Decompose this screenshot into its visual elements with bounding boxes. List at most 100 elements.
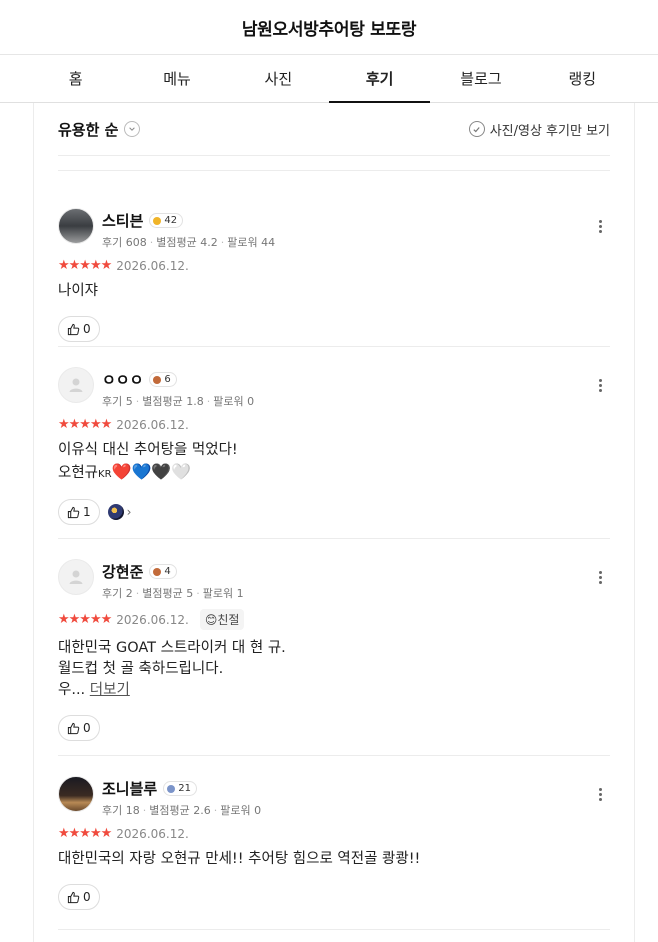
level-badge: 6 [149, 372, 177, 387]
review-text-prefix: 오현규 [58, 465, 99, 481]
filter-label: 사진/영상 후기만 보기 [489, 123, 610, 139]
review-text-line: 대한민국 GOAT 스트라이커 대 현 규. [58, 640, 286, 656]
tab-reviews[interactable]: 후기 [328, 55, 431, 103]
avatar[interactable] [58, 776, 94, 812]
tab-blog[interactable]: 블로그 [430, 55, 531, 102]
level-number: 4 [164, 566, 171, 577]
review-text: 나이쟈 [58, 283, 99, 299]
tab-bar: 홈 메뉴 사진 후기 블로그 랭킹 [0, 55, 658, 103]
rating-average: 별점평균 2.6 [149, 804, 211, 817]
kr-suffix: KR [98, 469, 112, 480]
read-more-link[interactable]: 더보기 [90, 682, 130, 698]
sort-dropdown[interactable]: 유용한 순 [58, 119, 141, 140]
rating-average: 별점평균 1.8 [142, 395, 204, 408]
tab-photos[interactable]: 사진 [228, 55, 329, 102]
like-count: 0 [83, 322, 91, 336]
level-icon [153, 567, 162, 576]
app-header: 남원오서방추어탕 보또랑 [0, 0, 658, 55]
level-icon [153, 375, 162, 384]
review-text-line: 오현규KR❤️💙🖤🤍 [58, 461, 610, 485]
thumbs-up-icon [67, 722, 80, 734]
tab-home[interactable]: 홈 [25, 55, 126, 102]
divider [58, 156, 610, 171]
page-title: 남원오서방추어탕 보또랑 [241, 19, 417, 40]
review-item: 조니블루 21 후기 18 · 별점평균 2.6 · 팔로워 0 ★★★★★ 2026.… [58, 756, 610, 930]
more-options-icon[interactable] [590, 788, 610, 801]
follower-count: 팔로워 44 [227, 236, 276, 249]
reviewer-name[interactable]: 스티븐 [102, 210, 143, 231]
level-icon [153, 216, 162, 225]
liker-avatar [107, 504, 124, 520]
like-button[interactable]: 0 [58, 884, 100, 910]
reviews-panel: 유용한 순 사진/영상 후기만 보기 스티븐 42 후기 608 · 별점평균 4.… [33, 103, 635, 942]
review-count: 후기 608 [102, 236, 147, 249]
check-circle-icon [468, 121, 485, 137]
star-rating: ★★★★★ [58, 612, 112, 627]
review-text: 이유식 대신 추어탕을 먹었다! 오현규KR❤️💙🖤🤍 [58, 440, 610, 485]
review-item: 스티븐 42 후기 608 · 별점평균 4.2 · 팔로워 44 ★★★★★ 2026… [58, 189, 610, 347]
review-item: 강현준 4 후기 2 · 별점평균 5 · 팔로워 1 ★★★★★ 2026.06.12… [58, 539, 610, 756]
level-number: 6 [164, 374, 171, 385]
thumbs-up-icon [67, 891, 80, 903]
review-date: 2026.06.12. [116, 612, 189, 627]
review-text: 대한민국의 자랑 오현규 만세!! 추어탕 힘으로 역전골 쾅쾅!! [58, 851, 421, 867]
level-badge: 21 [163, 781, 197, 796]
review-date: 2026.06.12. [116, 258, 189, 273]
star-rating: ★★★★★ [58, 258, 112, 273]
level-number: 21 [178, 783, 191, 794]
tab-ranking[interactable]: 랭킹 [532, 55, 633, 102]
follower-count: 팔로워 0 [213, 395, 255, 408]
like-count: 1 [83, 505, 91, 519]
avatar[interactable] [58, 559, 94, 595]
review-text: 대한민국 GOAT 스트라이커 대 현 규. 월드컵 첫 골 축하드립니다. 우… [58, 638, 610, 701]
reviewer-name[interactable]: 조니블루 [102, 778, 157, 799]
chevron-down-icon [124, 121, 141, 137]
level-badge: 4 [149, 564, 177, 579]
tab-menu[interactable]: 메뉴 [126, 55, 227, 102]
sort-bar: 유용한 순 사진/영상 후기만 보기 [58, 103, 610, 156]
follower-count: 팔로워 0 [220, 804, 262, 817]
sort-label: 유용한 순 [58, 120, 119, 139]
level-number: 42 [164, 215, 178, 226]
chevron-right-icon: › [126, 505, 132, 519]
review-text-line: 이유식 대신 추어탕을 먹었다! [58, 442, 238, 458]
avatar[interactable] [58, 208, 94, 244]
photo-filter-toggle[interactable]: 사진/영상 후기만 보기 [468, 120, 610, 139]
reviewer-stats: 후기 608 · 별점평균 4.2 · 팔로워 44 [102, 236, 276, 249]
review-item: ㅇㅇㅇ 6 후기 5 · 별점평균 1.8 · 팔로워 0 ★★★★★ 2026.06.… [58, 347, 610, 539]
reviewer-stats: 후기 2 · 별점평균 5 · 팔로워 1 [102, 587, 244, 600]
like-count: 0 [83, 721, 91, 735]
like-button[interactable]: 0 [58, 316, 100, 342]
reviewer-name[interactable]: 강현준 [102, 561, 143, 582]
avatar[interactable] [58, 367, 94, 403]
review-count: 후기 18 [102, 804, 140, 817]
more-options-icon[interactable] [590, 379, 610, 392]
default-avatar-icon [69, 570, 83, 584]
star-rating: ★★★★★ [58, 826, 112, 841]
level-badge: 42 [149, 213, 184, 228]
like-button[interactable]: 0 [58, 715, 100, 741]
thumbs-up-icon [67, 506, 80, 518]
thumbs-up-icon [67, 323, 80, 335]
level-icon [167, 784, 176, 793]
reviewer-stats: 후기 18 · 별점평균 2.6 · 팔로워 0 [102, 804, 262, 817]
default-avatar-icon [69, 378, 83, 392]
like-button[interactable]: 1 [58, 499, 100, 525]
review-text-truncated: 우... [58, 682, 86, 698]
likers-list[interactable]: › [107, 504, 132, 520]
rating-average: 별점평균 4.2 [156, 236, 218, 249]
reviewer-name[interactable]: ㅇㅇㅇ [102, 369, 143, 390]
keyword-tag: 😊친절 [199, 609, 245, 630]
star-rating: ★★★★★ [58, 417, 112, 432]
review-count: 후기 2 [102, 587, 133, 600]
like-count: 0 [83, 890, 91, 904]
rating-average: 별점평균 5 [142, 587, 194, 600]
review-date: 2026.06.12. [116, 826, 189, 841]
reviewer-stats: 후기 5 · 별점평균 1.8 · 팔로워 0 [102, 395, 255, 408]
review-count: 후기 5 [102, 395, 133, 408]
more-options-icon[interactable] [590, 571, 610, 584]
more-options-icon[interactable] [590, 220, 610, 233]
hearts-emoji: ❤️💙🖤🤍 [111, 462, 192, 481]
review-text-line: 우... 더보기 [58, 680, 610, 701]
review-date: 2026.06.12. [116, 417, 189, 432]
